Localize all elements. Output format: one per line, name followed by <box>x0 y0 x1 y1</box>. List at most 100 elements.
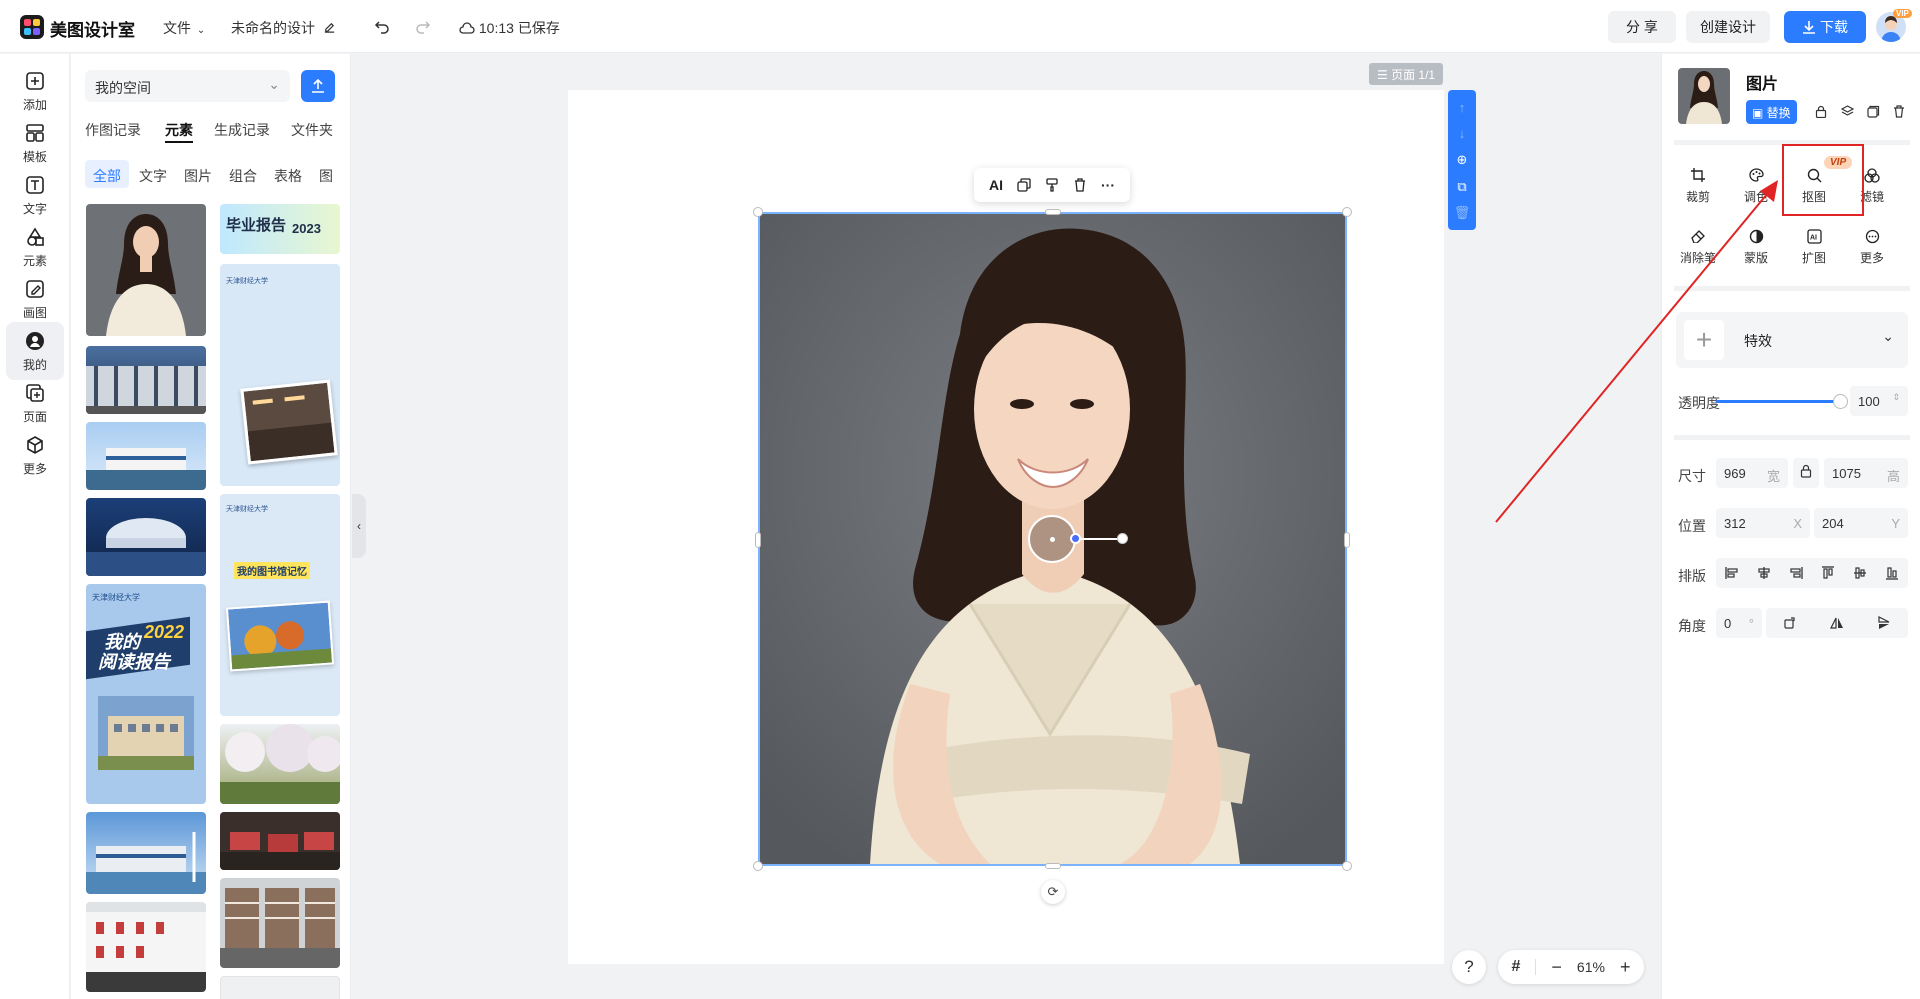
space-select[interactable]: 我的空间 ⌄ <box>85 70 290 102</box>
tool-eraser[interactable]: 消除笔 <box>1670 227 1726 266</box>
x-field[interactable]: 312 X <box>1716 508 1810 538</box>
rail-item-mine[interactable]: 我的 <box>6 322 64 380</box>
move-up-icon[interactable]: ↑ <box>1459 101 1466 114</box>
rotate-button[interactable]: ⟳ <box>1041 880 1065 904</box>
lock-icon[interactable] <box>1812 102 1830 120</box>
replace-button[interactable]: ▣ 替换 <box>1746 100 1797 124</box>
asset-thumb-shelves[interactable] <box>220 878 340 968</box>
zoom-in-icon[interactable]: + <box>1620 957 1631 978</box>
asset-thumb-trees[interactable] <box>220 724 340 804</box>
undo-icon[interactable] <box>374 18 390 34</box>
tool-mask[interactable]: 蒙版 <box>1728 227 1784 266</box>
share-button[interactable]: 分 享 <box>1608 11 1676 43</box>
asset-thumb-bookshelf[interactable] <box>86 902 206 992</box>
align-left-icon[interactable] <box>1725 566 1739 580</box>
zoom-out-icon[interactable]: − <box>1551 957 1562 978</box>
grid-icon[interactable]: # <box>1512 958 1521 976</box>
rail-item-more[interactable]: 更多 <box>6 426 64 484</box>
trash-icon[interactable] <box>1890 102 1908 120</box>
zoom-value[interactable]: 61% <box>1577 959 1605 975</box>
add-effect-icon[interactable]: + <box>1684 320 1724 360</box>
resize-handle-top-right[interactable] <box>1342 207 1352 217</box>
chip-all[interactable]: 全部 <box>85 160 129 188</box>
flip-vertical-icon[interactable] <box>1877 616 1891 630</box>
delete-page-icon[interactable]: 🗑 <box>1454 206 1471 219</box>
more-options-icon[interactable]: ··· <box>1101 177 1115 193</box>
tool-expand[interactable]: AI 扩图 <box>1786 227 1842 266</box>
ai-button[interactable]: AI <box>989 177 1003 193</box>
add-page-icon[interactable]: ⊕ <box>1457 153 1468 166</box>
copy-icon[interactable] <box>1864 102 1882 120</box>
opacity-slider-knob[interactable] <box>1833 394 1848 409</box>
help-button[interactable]: ? <box>1452 950 1486 984</box>
tool-crop[interactable]: 裁剪 <box>1670 166 1726 205</box>
align-center-h-icon[interactable] <box>1757 566 1771 580</box>
focus-point-handle[interactable] <box>1070 533 1081 544</box>
effects-dropdown[interactable]: + 特效 ⌄ <box>1676 312 1908 368</box>
chip-group[interactable]: 组合 <box>221 160 265 188</box>
align-middle-v-icon[interactable] <box>1853 566 1867 580</box>
height-field[interactable]: 1075 高 <box>1824 458 1908 488</box>
chip-table[interactable]: 表格 <box>266 160 310 188</box>
align-bottom-icon[interactable] <box>1885 566 1899 580</box>
file-menu[interactable]: 文件 ⌄ <box>163 18 205 38</box>
trash-icon[interactable] <box>1073 178 1087 192</box>
tab-generated[interactable]: 生成记录 <box>214 120 270 140</box>
asset-thumb-library-card[interactable]: 天津财经大学 <box>220 264 340 486</box>
download-button[interactable]: 下载 <box>1784 11 1866 43</box>
asset-thumb-reading-room[interactable] <box>220 812 340 870</box>
move-down-icon[interactable]: ↓ <box>1459 127 1466 140</box>
asset-thumb-building-3[interactable] <box>86 498 206 576</box>
resize-handle-right[interactable] <box>1344 532 1350 548</box>
rail-item-draw[interactable]: 画图 <box>6 270 64 328</box>
angle-field[interactable]: 0 ° <box>1716 608 1762 638</box>
tab-elements[interactable]: 元素 <box>165 120 193 140</box>
rail-item-pages[interactable]: 页面 <box>6 374 64 432</box>
asset-thumb-building-1[interactable] <box>86 346 206 414</box>
asset-thumb-portrait[interactable] <box>86 204 206 336</box>
asset-thumb-partial[interactable] <box>220 976 340 999</box>
resize-handle-bottom[interactable] <box>1045 863 1061 869</box>
focus-point-end[interactable] <box>1117 533 1128 544</box>
rotate-90-icon[interactable] <box>1783 616 1797 630</box>
page-indicator[interactable]: ☰ 页面 1/1 <box>1369 63 1444 85</box>
flip-horizontal-icon[interactable] <box>1830 616 1844 630</box>
resize-handle-top-left[interactable] <box>753 207 763 217</box>
tool-adjust-color[interactable]: 调色 <box>1728 166 1784 205</box>
resize-handle-top[interactable] <box>1045 209 1061 215</box>
align-right-icon[interactable] <box>1789 566 1803 580</box>
chip-more[interactable]: 图 <box>311 160 341 188</box>
collapse-panel-toggle[interactable]: ‹ <box>352 494 366 558</box>
rail-item-elements[interactable]: 元素 <box>6 218 64 276</box>
resize-handle-left[interactable] <box>755 532 761 548</box>
y-field[interactable]: 204 Y <box>1814 508 1908 538</box>
duplicate-page-icon[interactable]: ⧉ <box>1457 180 1466 193</box>
rail-item-text[interactable]: 文字 <box>6 166 64 224</box>
format-painter-icon[interactable] <box>1045 178 1059 192</box>
asset-thumb-library-memory[interactable]: 天津财经大学 我的图书馆记忆 <box>220 494 340 716</box>
aspect-lock-button[interactable] <box>1793 458 1819 488</box>
asset-thumb-building-2[interactable] <box>86 422 206 490</box>
asset-thumb-building-4[interactable] <box>86 812 206 894</box>
resize-handle-bottom-left[interactable] <box>753 861 763 871</box>
stepper-icon[interactable]: ⇕ <box>1892 392 1900 403</box>
tab-history[interactable]: 作图记录 <box>85 120 141 140</box>
brand-name[interactable]: 美图设计室 <box>50 16 135 41</box>
align-top-icon[interactable] <box>1821 566 1835 580</box>
rail-item-templates[interactable]: 模板 <box>6 114 64 172</box>
chip-text[interactable]: 文字 <box>131 160 175 188</box>
upload-button[interactable] <box>301 70 335 102</box>
chip-image[interactable]: 图片 <box>176 160 220 188</box>
width-field[interactable]: 969 宽 <box>1716 458 1788 488</box>
copy-icon[interactable] <box>1017 178 1031 192</box>
redo-icon[interactable] <box>415 18 431 34</box>
asset-thumb-reading-report[interactable]: 天津财经大学 我的 2022 阅读报告 <box>86 584 206 804</box>
resize-handle-bottom-right[interactable] <box>1342 861 1352 871</box>
tool-more[interactable]: 更多 <box>1844 227 1900 266</box>
doc-title[interactable]: 未命名的设计 <box>231 18 336 38</box>
rail-item-add[interactable]: 添加 <box>6 62 64 120</box>
layers-icon[interactable] <box>1838 102 1856 120</box>
tab-folders[interactable]: 文件夹 <box>291 120 333 140</box>
logo-icon[interactable] <box>20 15 44 39</box>
opacity-input[interactable]: 100 ⇕ <box>1850 386 1908 416</box>
